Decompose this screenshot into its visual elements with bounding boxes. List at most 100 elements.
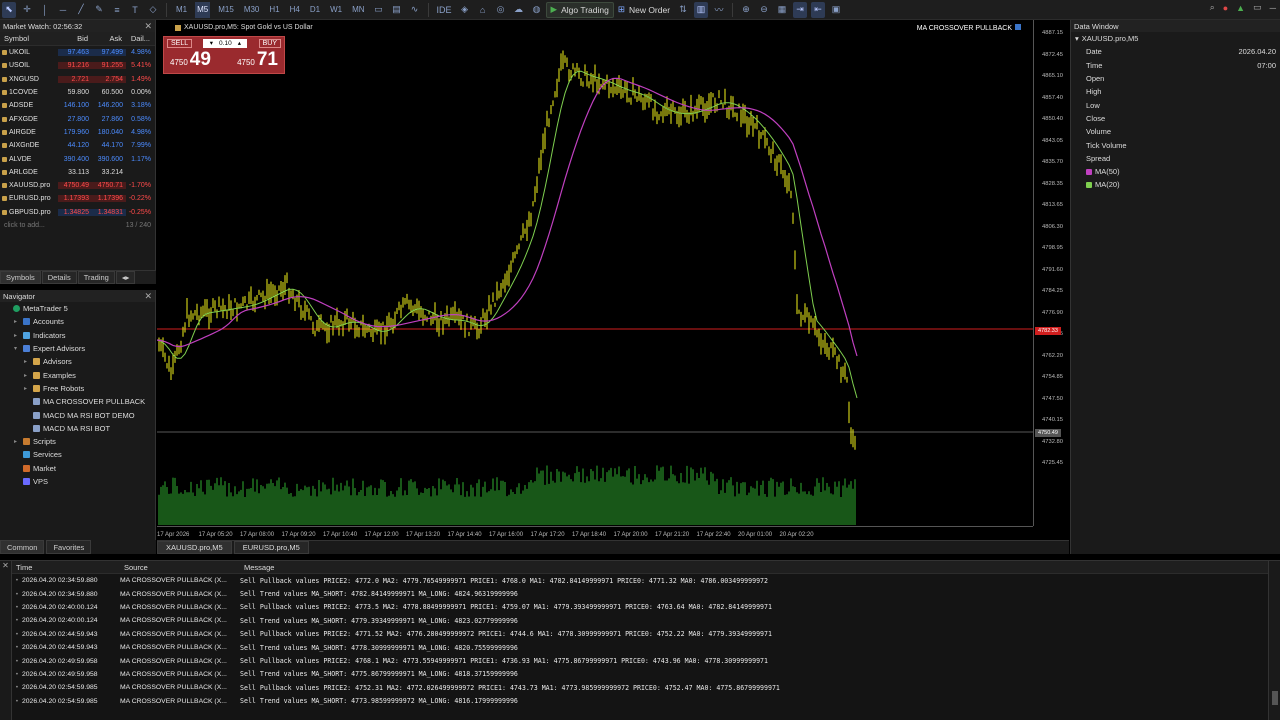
channel-icon[interactable]: ≡ — [110, 2, 124, 18]
timeframe-h1[interactable]: H1 — [267, 2, 281, 18]
journal-row[interactable]: • 2026.04.20 02:40:00.124 MA CROSSOVER PUL… — [12, 601, 1268, 614]
text-icon[interactable]: T — [128, 2, 142, 18]
nav-item[interactable]: MetaTrader 5 — [0, 302, 155, 315]
ide-icon[interactable]: IDE — [435, 2, 454, 18]
cloud-icon[interactable]: ☁ — [512, 2, 526, 18]
market-watch-row[interactable]: XNGUSD 2.721 2.754 1.49% — [0, 73, 155, 86]
notification-icon[interactable]: ● — [1223, 3, 1228, 13]
volume-decrease-icon[interactable]: ▾ — [210, 39, 213, 47]
expand-icon[interactable]: ▸ — [24, 372, 30, 379]
journal-row[interactable]: • 2026.04.20 02:54:59.985 MA CROSSOVER PUL… — [12, 681, 1268, 694]
journal-row[interactable]: • 2026.04.20 02:49:59.958 MA CROSSOVER PUL… — [12, 654, 1268, 667]
column-header-symbol[interactable]: Symbol — [0, 34, 58, 43]
tab-scroll-arrows-icon[interactable]: ◂▸ — [115, 271, 136, 284]
market-icon[interactable]: ⌂ — [476, 2, 490, 18]
chart-canvas[interactable] — [157, 20, 1069, 540]
close-icon[interactable]: ✕ — [144, 291, 152, 302]
scrollbar-thumb[interactable] — [1272, 691, 1278, 705]
nav-item[interactable]: ▸ Scripts — [0, 435, 155, 448]
new-order-button[interactable]: ⊞ New Order — [614, 2, 674, 18]
timeframe-d1[interactable]: D1 — [308, 2, 322, 18]
crosshair-icon[interactable]: ✛ — [20, 2, 34, 18]
chart-shift-icon[interactable]: ⇤ — [811, 1, 826, 18]
tab-symbols[interactable]: Symbols — [0, 271, 41, 284]
column-header-message[interactable]: Message — [240, 563, 274, 572]
globe-icon[interactable]: ◍ — [530, 2, 544, 18]
market-watch-row[interactable]: ADSDE 146.100 146.200 3.18% — [0, 99, 155, 112]
market-watch-row[interactable]: UKOIL 97.463 97.499 4.98% — [0, 46, 155, 59]
column-header-ask[interactable]: Ask — [92, 34, 126, 43]
nav-item[interactable]: ▾ Expert Advisors — [0, 342, 155, 355]
search-icon[interactable]: ⌕ — [1210, 2, 1215, 13]
journal-scrollbar[interactable] — [1268, 561, 1280, 720]
volume-increase-icon[interactable]: ▴ — [238, 39, 241, 47]
tile-windows-icon[interactable]: ▦ — [775, 2, 789, 18]
tab-favorites[interactable]: Favorites — [46, 540, 92, 554]
indicators-icon[interactable]: ∿ — [408, 2, 422, 18]
tab-details[interactable]: Details — [41, 271, 77, 284]
chart-type-icon[interactable]: ▭ — [372, 2, 386, 18]
algo-trading-button[interactable]: ▶ Algo Trading — [545, 1, 614, 18]
tab-chart-eurusd[interactable]: EURUSD.pro,M5 — [233, 541, 309, 554]
nav-item[interactable]: MA CROSSOVER PULLBACK — [0, 395, 155, 408]
timeframe-h4[interactable]: H4 — [288, 2, 302, 18]
chat-icon[interactable]: ▭ — [1253, 2, 1262, 13]
nav-item[interactable]: Services — [0, 448, 155, 461]
shapes-icon[interactable]: ◇ — [146, 2, 160, 18]
expand-icon[interactable]: ▸ — [14, 318, 20, 325]
nav-item[interactable]: ▸ Examples — [0, 368, 155, 381]
journal-row[interactable]: • 2026.04.20 02:44:59.943 MA CROSSOVER PUL… — [12, 641, 1268, 654]
journal-row[interactable]: • 2026.04.20 02:54:59.985 MA CROSSOVER PUL… — [12, 695, 1268, 708]
expand-icon[interactable]: ▸ — [14, 332, 20, 339]
screenshot-icon[interactable]: ▣ — [829, 2, 843, 18]
nav-item[interactable]: ▸ Indicators — [0, 329, 155, 342]
signals-icon[interactable]: ◈ — [458, 2, 472, 18]
timeframe-m30[interactable]: M30 — [242, 2, 262, 18]
tab-chart-xauusd[interactable]: XAUUSD.pro,M5 — [157, 541, 232, 554]
depth-of-market-icon[interactable]: ⇅ — [676, 2, 690, 18]
market-watch-row[interactable]: ARLGDE 33.113 33.214 — [0, 166, 155, 179]
tab-common[interactable]: Common — [0, 540, 45, 554]
buy-price[interactable]: 4750 71 — [237, 49, 278, 71]
template-icon[interactable]: ▤ — [390, 2, 404, 18]
expand-icon[interactable]: ▸ — [24, 385, 30, 392]
sell-price[interactable]: 4750 49 — [170, 49, 211, 71]
column-header-time[interactable]: Time — [12, 563, 120, 572]
market-watch-row[interactable]: AIRGDE 179.960 180.040 4.98% — [0, 126, 155, 139]
nav-item[interactable]: Market — [0, 462, 155, 475]
market-watch-row[interactable]: AIXGnDE 44.120 44.170 7.99% — [0, 139, 155, 152]
nav-item[interactable]: ▸ Advisors — [0, 355, 155, 368]
trend-line-icon[interactable]: ╱ — [74, 2, 88, 18]
click-to-add-link[interactable]: click to add... — [4, 222, 45, 229]
expand-icon[interactable]: ▸ — [14, 438, 20, 445]
buy-button[interactable]: BUY — [258, 38, 281, 48]
timeframe-m15[interactable]: M15 — [216, 2, 236, 18]
timeframe-m1[interactable]: M1 — [174, 2, 189, 18]
journal-row[interactable]: • 2026.04.20 02:34:59.880 MA CROSSOVER PUL… — [12, 587, 1268, 600]
price-chart[interactable]: XAUUSD.pro,M5: Spot Gold vs US Dollar MA… — [157, 20, 1069, 540]
expand-icon[interactable]: ▾ — [14, 345, 20, 352]
journal-row[interactable]: • 2026.04.20 02:40:00.124 MA CROSSOVER PUL… — [12, 614, 1268, 627]
vertical-line-icon[interactable]: │ — [38, 2, 52, 18]
cursor-icon[interactable]: ⬉ — [2, 1, 16, 18]
close-icon[interactable]: ✕ — [144, 21, 152, 32]
bar-chart-icon[interactable]: ▥ — [694, 1, 709, 18]
autoscroll-icon[interactable]: ⇥ — [793, 1, 808, 18]
journal-row[interactable]: • 2026.04.20 02:34:59.880 MA CROSSOVER PUL… — [12, 574, 1268, 587]
zoom-in-icon[interactable]: ⊕ — [739, 2, 753, 18]
market-watch-row[interactable]: ALVDE 390.400 390.600 1.17% — [0, 152, 155, 165]
column-header-bid[interactable]: Bid — [58, 34, 92, 43]
vps-icon[interactable]: ◎ — [494, 2, 508, 18]
market-watch-row[interactable]: USOIL 91.216 91.255 5.41% — [0, 59, 155, 72]
expert-advisor-label[interactable]: MA CROSSOVER PULLBACK — [917, 24, 1021, 32]
horizontal-line-icon[interactable]: ─ — [56, 2, 70, 18]
nav-item[interactable]: ▸ Accounts — [0, 315, 155, 328]
pen-icon[interactable]: ✎ — [92, 2, 106, 18]
minimize-icon[interactable]: ─ — [1270, 3, 1276, 13]
expand-icon[interactable]: ▸ — [24, 358, 30, 365]
column-header-source[interactable]: Source — [120, 563, 240, 572]
nav-item[interactable]: MACD MA RSI BOT DEMO — [0, 408, 155, 421]
column-header-daily-change[interactable]: Dail... — [126, 34, 154, 43]
market-watch-row[interactable]: 1COVDE 59.800 60.500 0.00% — [0, 86, 155, 99]
zoom-out-icon[interactable]: ⊖ — [757, 2, 771, 18]
